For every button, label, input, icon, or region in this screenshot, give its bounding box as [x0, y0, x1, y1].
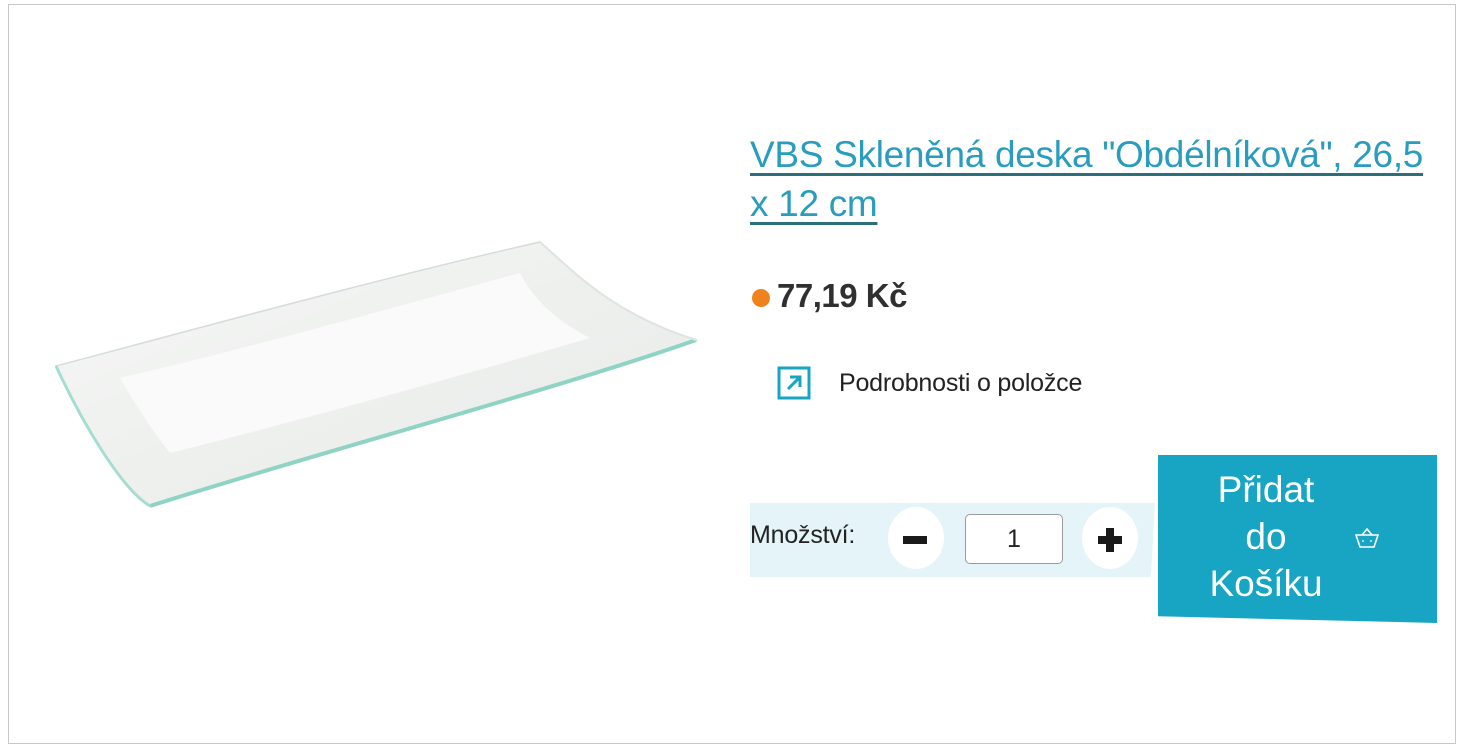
- add-to-cart-label: Přidat do Košíku: [1209, 469, 1323, 604]
- price-row: 77,19 Kč: [752, 276, 907, 316]
- external-link-arrow-icon: [777, 366, 811, 400]
- availability-dot-icon: [752, 289, 770, 307]
- quantity-decrease-button[interactable]: [888, 507, 944, 569]
- basket-icon: [1354, 527, 1380, 548]
- quantity-increase-button[interactable]: [1082, 507, 1138, 569]
- item-details-link[interactable]: Podrobnosti o položce: [777, 366, 1082, 400]
- product-image[interactable]: [50, 238, 700, 510]
- product-price: 77,19 Kč: [777, 277, 907, 314]
- quantity-label: Množství:: [750, 521, 856, 549]
- quantity-input[interactable]: [965, 514, 1063, 564]
- product-title-link[interactable]: VBS Skleněná deska "Obdélníková", 26,5 x…: [750, 130, 1440, 228]
- add-to-cart-button[interactable]: Přidat do Košíku: [1158, 455, 1437, 623]
- item-details-label: Podrobnosti o položce: [839, 368, 1083, 397]
- minus-icon: [903, 536, 927, 544]
